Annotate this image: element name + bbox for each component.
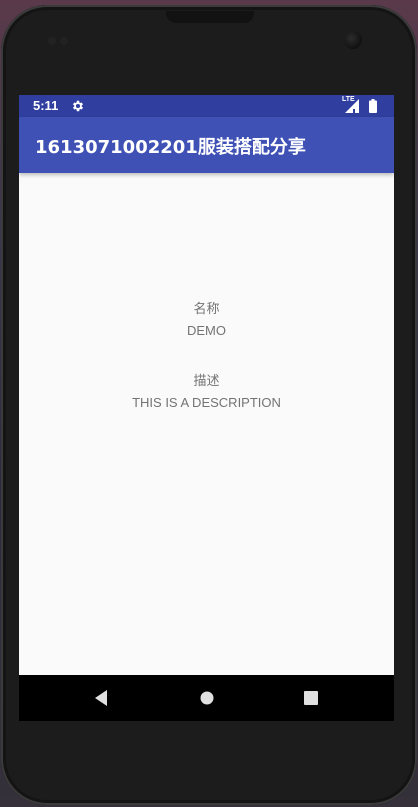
page-title: 1613071002201服装搭配分享 bbox=[35, 137, 306, 158]
front-camera bbox=[344, 31, 362, 49]
system-navigation-bar bbox=[19, 675, 394, 721]
cell-signal-icon bbox=[345, 99, 359, 113]
front-sensor bbox=[60, 37, 68, 45]
description-value: THIS IS A DESCRIPTION bbox=[132, 395, 281, 410]
home-circle-icon[interactable] bbox=[196, 687, 218, 709]
recents-square-icon[interactable] bbox=[300, 687, 322, 709]
name-value: DEMO bbox=[187, 323, 226, 338]
status-bar: 5:11 LTE bbox=[19, 95, 394, 117]
phone-speaker-notch bbox=[166, 11, 254, 23]
name-label: 名称 bbox=[193, 302, 220, 317]
back-triangle-icon[interactable] bbox=[91, 687, 113, 709]
front-sensor bbox=[48, 37, 56, 45]
status-time: 5:11 bbox=[33, 98, 59, 113]
app-toolbar: 1613071002201服装搭配分享 bbox=[19, 117, 394, 173]
phone-frame: 5:11 LTE 1613071002201服装搭配分享 名称 DEMO 描述 … bbox=[1, 5, 417, 805]
gear-icon bbox=[72, 100, 84, 112]
battery-icon bbox=[369, 99, 377, 113]
description-label: 描述 bbox=[193, 374, 220, 389]
device-screen: 5:11 LTE 1613071002201服装搭配分享 名称 DEMO 描述 … bbox=[19, 95, 394, 721]
